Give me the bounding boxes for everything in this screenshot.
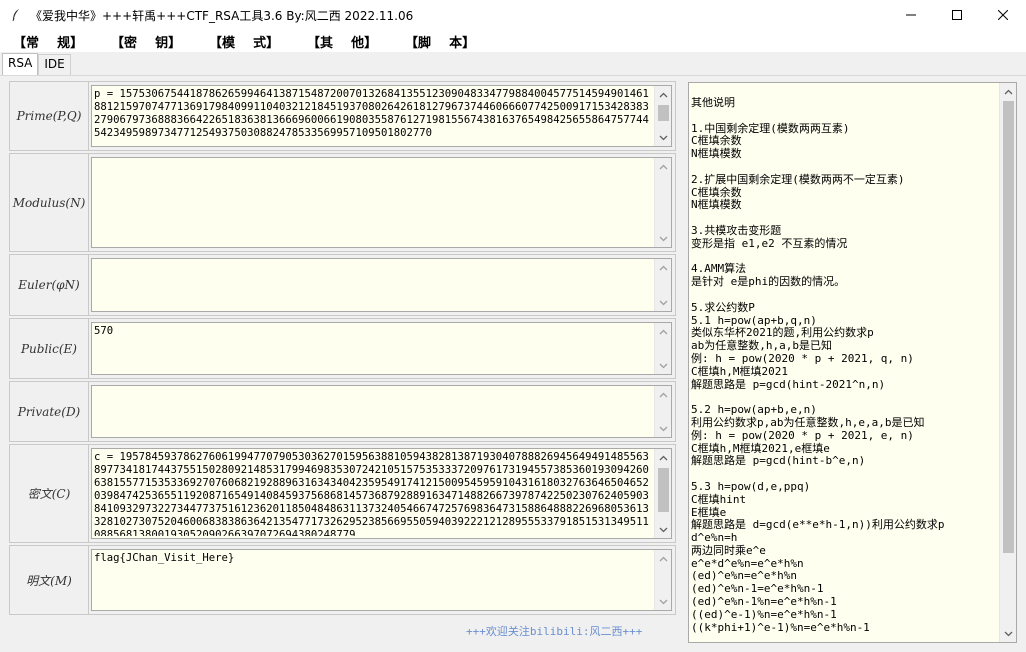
euler-row: Euler(φN) <box>9 254 676 316</box>
menu-keys[interactable]: 【密 钥】 <box>98 32 196 51</box>
private-scrollbar[interactable] <box>654 386 671 437</box>
row-divider <box>88 445 89 542</box>
modulus-label: Modulus(N) <box>12 195 86 210</box>
cipher-scrollbar[interactable] <box>654 449 671 538</box>
chevron-up-icon[interactable] <box>1000 83 1016 100</box>
maximize-icon <box>952 10 962 20</box>
notes-scrollbar[interactable] <box>999 83 1016 642</box>
chevron-up-icon[interactable] <box>655 550 671 567</box>
close-icon <box>998 10 1008 20</box>
public-input[interactable]: 570 <box>91 322 672 375</box>
notes-text: 其他说明 1.中国剩余定理(模数两两互素) C框填余数 N框填模数 2.扩展中国… <box>691 97 945 634</box>
plain-row: 明文(M) flag{JChan_Visit_Here} <box>9 545 676 615</box>
plain-label: 明文(M) <box>26 573 72 588</box>
cipher-row: 密文(C) c = 195784593786276061994770790530… <box>9 444 676 543</box>
prime-label: Prime(P,Q) <box>16 109 82 123</box>
close-button[interactable] <box>980 0 1026 30</box>
row-divider <box>88 319 89 378</box>
tab-rsa[interactable]: RSA <box>2 53 39 75</box>
menu-other[interactable]: 【其 他】 <box>294 32 392 51</box>
scroll-thumb[interactable] <box>658 468 669 512</box>
modulus-row: Modulus(N) <box>9 153 676 252</box>
euler-label: Euler(φN) <box>18 278 80 292</box>
menu-bar: 【常 规】 【密 钥】 【模 式】 【其 他】 【脚 本】 <box>0 30 1026 52</box>
public-label: Public(E) <box>20 341 77 356</box>
scroll-thumb[interactable] <box>658 105 669 121</box>
cipher-label: 密文(C) <box>27 487 71 501</box>
chevron-up-icon[interactable] <box>655 386 671 403</box>
tab-ide[interactable]: IDE <box>38 54 71 75</box>
maximize-button[interactable] <box>934 0 980 30</box>
chevron-up-icon[interactable] <box>655 323 671 340</box>
chevron-down-icon[interactable] <box>655 230 671 247</box>
chevron-down-icon[interactable] <box>655 357 671 374</box>
euler-input[interactable] <box>91 258 672 312</box>
footer-text: +++欢迎关注bilibili:风二西+++ <box>466 625 643 638</box>
scroll-thumb[interactable] <box>1003 101 1014 553</box>
window-controls <box>888 0 1026 30</box>
menu-script[interactable]: 【脚 本】 <box>392 32 490 51</box>
plain-value: flag{JChan_Visit_Here} <box>94 552 235 564</box>
private-row: Private(D) <box>9 381 676 442</box>
row-divider <box>88 546 89 614</box>
chevron-up-icon[interactable] <box>655 449 671 466</box>
minimize-button[interactable] <box>888 0 934 30</box>
window-title: 《爱我中华》+++轩禹+++CTF_RSA工具3.6 By:风二西 2022.1… <box>30 8 414 23</box>
modulus-value <box>94 160 652 245</box>
row-divider <box>88 255 89 315</box>
prime-scrollbar[interactable] <box>654 86 671 146</box>
tab-strip: RSA IDE <box>2 53 71 75</box>
cipher-input[interactable]: c = 195784593786276061994770790530362701… <box>91 448 672 539</box>
private-input[interactable] <box>91 385 672 438</box>
chevron-down-icon[interactable] <box>655 420 671 437</box>
private-label: Private(D) <box>17 404 81 419</box>
chevron-up-icon[interactable] <box>655 259 671 276</box>
chevron-down-icon[interactable] <box>655 294 671 311</box>
prime-value: p = 157530675441878626599464138715487200… <box>94 88 649 139</box>
notes-panel[interactable]: 其他说明 1.中国剩余定理(模数两两互素) C框填余数 N框填模数 2.扩展中国… <box>688 82 1017 643</box>
tab-divider <box>0 75 1026 76</box>
cipher-value: c = 195784593786276061994770790530362701… <box>94 451 649 536</box>
chevron-up-icon[interactable] <box>655 86 671 103</box>
plain-scrollbar[interactable] <box>654 550 671 610</box>
chevron-down-icon[interactable] <box>655 129 671 146</box>
plain-input[interactable]: flag{JChan_Visit_Here} <box>91 549 672 611</box>
chevron-down-icon[interactable] <box>1000 625 1016 642</box>
public-row: Public(E) 570 <box>9 318 676 379</box>
title-bar: 《爱我中华》+++轩禹+++CTF_RSA工具3.6 By:风二西 2022.1… <box>0 0 1026 30</box>
euler-value <box>94 261 652 309</box>
euler-scrollbar[interactable] <box>654 259 671 311</box>
row-divider <box>88 154 89 251</box>
menu-general[interactable]: 【常 规】 <box>0 32 98 51</box>
prime-input[interactable]: p = 157530675441878626599464138715487200… <box>91 85 672 147</box>
public-scrollbar[interactable] <box>654 323 671 374</box>
chevron-down-icon[interactable] <box>655 593 671 610</box>
modulus-scrollbar[interactable] <box>654 158 671 247</box>
feather-icon <box>9 8 23 22</box>
public-value: 570 <box>94 325 114 337</box>
row-divider <box>88 82 89 150</box>
modulus-input[interactable] <box>91 157 672 248</box>
chevron-down-icon[interactable] <box>655 521 671 538</box>
row-divider <box>88 382 89 441</box>
prime-row: Prime(P,Q) p = 1575306754418786265994641… <box>9 81 676 151</box>
chevron-up-icon[interactable] <box>655 158 671 175</box>
private-value <box>94 388 652 435</box>
menu-mode[interactable]: 【模 式】 <box>196 32 294 51</box>
minimize-icon <box>906 14 916 16</box>
